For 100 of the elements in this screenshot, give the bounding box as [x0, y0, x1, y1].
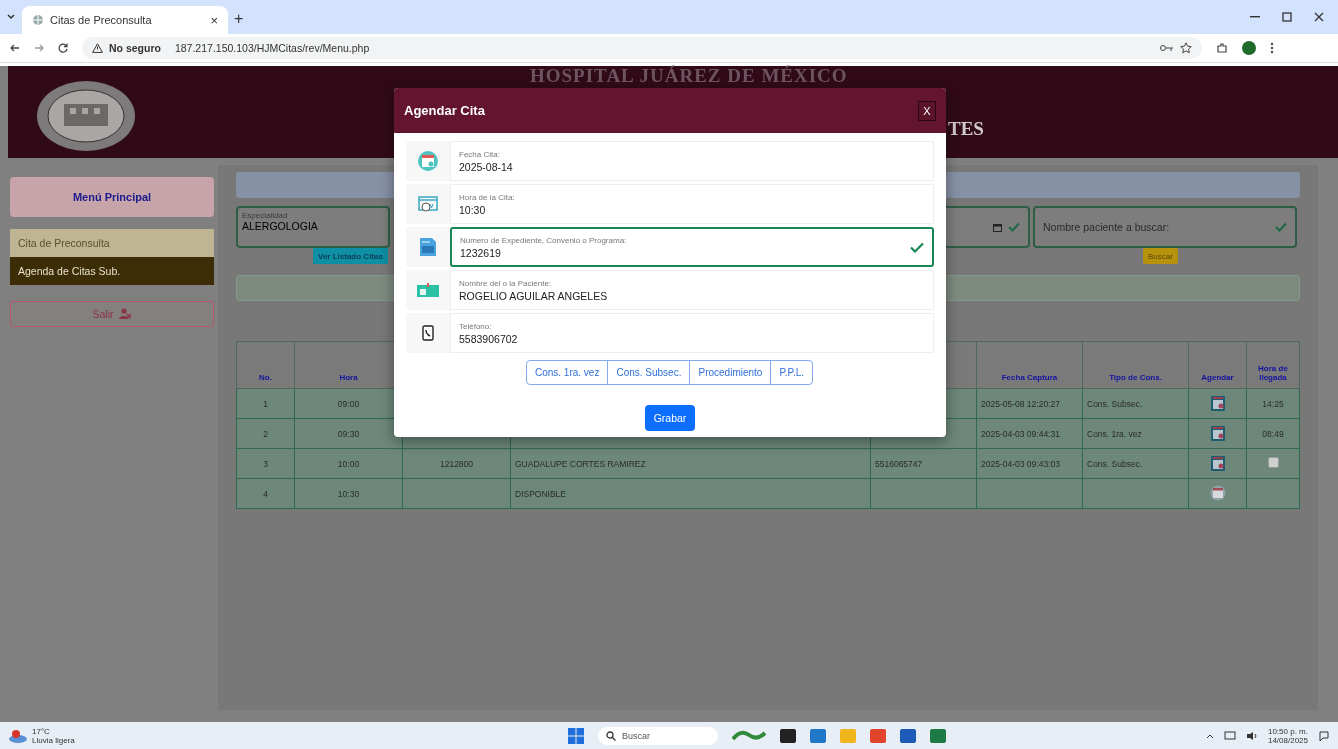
field-value: 1232619	[460, 246, 502, 259]
menu-title: Menú Principal	[10, 177, 214, 217]
tab-title: Citas de Preconsulta	[50, 14, 153, 26]
field-value: ROGELIO AGUILAR ANGELES	[459, 289, 608, 302]
table-cell: 09:30	[337, 428, 360, 439]
table-cell: 10:00	[337, 458, 360, 469]
search-icon	[606, 730, 616, 741]
app-icon[interactable]	[780, 728, 796, 743]
minimize-icon[interactable]	[1250, 16, 1260, 18]
text-field[interactable]: Número de Expediente, Convenio o Programa: 1232619	[450, 227, 934, 267]
header-subtitle: TES	[948, 118, 984, 140]
url-text: 187.217.150.103/HJMCitas/rev/Menu.php	[174, 42, 370, 54]
text-field[interactable]: Hora de la Cita: 10:30	[450, 184, 934, 224]
browser-tab[interactable]: Citas de Preconsulta ×	[22, 6, 228, 34]
field-label: Fecha Cita:	[459, 149, 501, 159]
tab-close-button[interactable]: ×	[210, 12, 218, 28]
security-label: No seguro	[109, 42, 161, 54]
network-icon[interactable]	[1223, 730, 1236, 741]
close-icon[interactable]	[1314, 12, 1324, 22]
warning-icon	[92, 43, 103, 53]
table-cell: 2025-04-03 09:44:31	[981, 428, 1060, 439]
column-header: Hora de llegada	[1258, 364, 1288, 382]
close-button[interactable]: X	[918, 100, 936, 121]
consultation-type-button[interactable]: Cons. 1ra. vez	[525, 360, 609, 385]
field-label: Hora de la Cita:	[459, 192, 515, 202]
table-cell: 14:25	[1262, 398, 1284, 409]
table-cell: Cons. 1ra. vez	[1087, 428, 1142, 439]
extensions-icon[interactable]	[1216, 42, 1228, 54]
table-cell: 2025-05-08 12:20:27	[981, 398, 1060, 409]
weather-icon	[8, 727, 28, 744]
table-cell: 10:30	[337, 488, 360, 499]
modal-title: Agendar Cita	[404, 103, 485, 118]
table-cell: 09:00	[337, 398, 360, 409]
table-cell: 08:49	[1262, 428, 1284, 439]
sidebar-item[interactable]: Cita de Preconsulta	[10, 229, 214, 257]
menu-icon[interactable]	[1270, 42, 1274, 54]
user-remove-icon	[117, 308, 132, 320]
table-cell: 4	[263, 488, 268, 499]
chevron-up-icon[interactable]	[1205, 732, 1214, 739]
table-cell: 1212800	[439, 458, 474, 469]
clock-date: 14/08/2025	[1267, 735, 1308, 745]
new-tab-button[interactable]: +	[234, 6, 244, 34]
phone-icon	[422, 325, 434, 341]
field-value: 5583906702	[459, 332, 518, 345]
column-header: Hora	[339, 373, 358, 382]
document-icon	[419, 237, 437, 257]
table-cell: 2	[263, 428, 268, 439]
table-cell: 5516065747	[875, 458, 923, 469]
consultation-type-button[interactable]: P.P.L.	[770, 360, 814, 385]
field-label: Nombre del o la Paciente:	[459, 278, 553, 288]
weather-text: Lluvia ligera	[32, 735, 75, 745]
taskbar-search-field[interactable]: Buscar	[598, 726, 718, 745]
calendar-icon[interactable]	[1210, 394, 1225, 411]
clock-time: 10:50 p. m.	[1267, 726, 1308, 736]
field-value: 2025-08-14	[459, 160, 513, 173]
forward-icon[interactable]	[34, 43, 44, 53]
speaker-icon[interactable]	[1245, 730, 1258, 741]
text-field[interactable]: Teléfono: 5583906702	[450, 313, 934, 353]
column-header: Agendar	[1201, 373, 1234, 382]
calendar-add-icon[interactable]	[1209, 484, 1226, 501]
notification-icon[interactable]	[1318, 729, 1330, 742]
table-cell: GUADALUPE CORTES RAMIREZ	[515, 458, 646, 469]
profile-avatar[interactable]	[1242, 41, 1256, 55]
table-cell: 1	[263, 398, 268, 409]
consultation-type-button[interactable]: Procedimiento	[689, 360, 772, 385]
patient-search-field[interactable]: Nombre paciente a buscar:	[1033, 206, 1297, 248]
field-label: Número de Expediente, Convenio o Programa:	[460, 235, 627, 245]
column-header: Fecha Captura	[1001, 373, 1058, 382]
key-icon[interactable]	[1160, 44, 1174, 52]
calendar-icon	[418, 151, 438, 171]
id-card-icon	[417, 283, 439, 297]
star-icon[interactable]	[1180, 42, 1192, 54]
chevron-down-icon[interactable]	[6, 12, 16, 22]
field-value: 10:30	[459, 203, 487, 216]
globe-icon	[32, 14, 44, 26]
address-bar[interactable]: No seguro 187.217.150.103/HJMCitas/rev/Menu.php	[82, 37, 1202, 59]
sidebar-item[interactable]: Agenda de Citas Sub.	[10, 257, 214, 285]
table-cell: Cons. Subsec.	[1087, 458, 1143, 469]
calendar-clock-icon	[418, 195, 438, 213]
column-header: Tipo de Cons.	[1109, 373, 1162, 382]
text-field[interactable]: Nombre del o la Paciente: ROGELIO AGUILAR ANGELES	[450, 270, 934, 310]
table-cell: 2025-04-03 09:43:03	[981, 458, 1060, 469]
calendar-icon[interactable]	[993, 222, 1002, 232]
text-field[interactable]: Fecha Cita: 2025-08-14	[450, 141, 934, 181]
reload-icon[interactable]	[58, 43, 68, 53]
check-icon	[910, 241, 924, 253]
temperature-text: 17°C	[32, 726, 51, 736]
arrival-checkbox[interactable]	[1267, 457, 1279, 468]
windows-logo-icon[interactable]	[568, 727, 584, 744]
back-icon[interactable]	[10, 43, 20, 53]
field-label: Teléfono:	[459, 321, 493, 331]
hospital-title: HOSPITAL JUÁREZ DE MÉXICO	[530, 66, 849, 86]
maximize-icon[interactable]	[1282, 12, 1292, 22]
table-cell: Cons. Subsec.	[1087, 398, 1143, 409]
calendar-icon[interactable]	[1210, 454, 1225, 471]
save-button[interactable]: Grabar	[644, 405, 696, 431]
consultation-type-button[interactable]: Cons. Subsec.	[607, 360, 691, 385]
calendar-icon[interactable]	[1210, 424, 1225, 441]
column-header: No.	[259, 373, 272, 382]
table-cell: DISPONIBLE	[515, 488, 567, 499]
